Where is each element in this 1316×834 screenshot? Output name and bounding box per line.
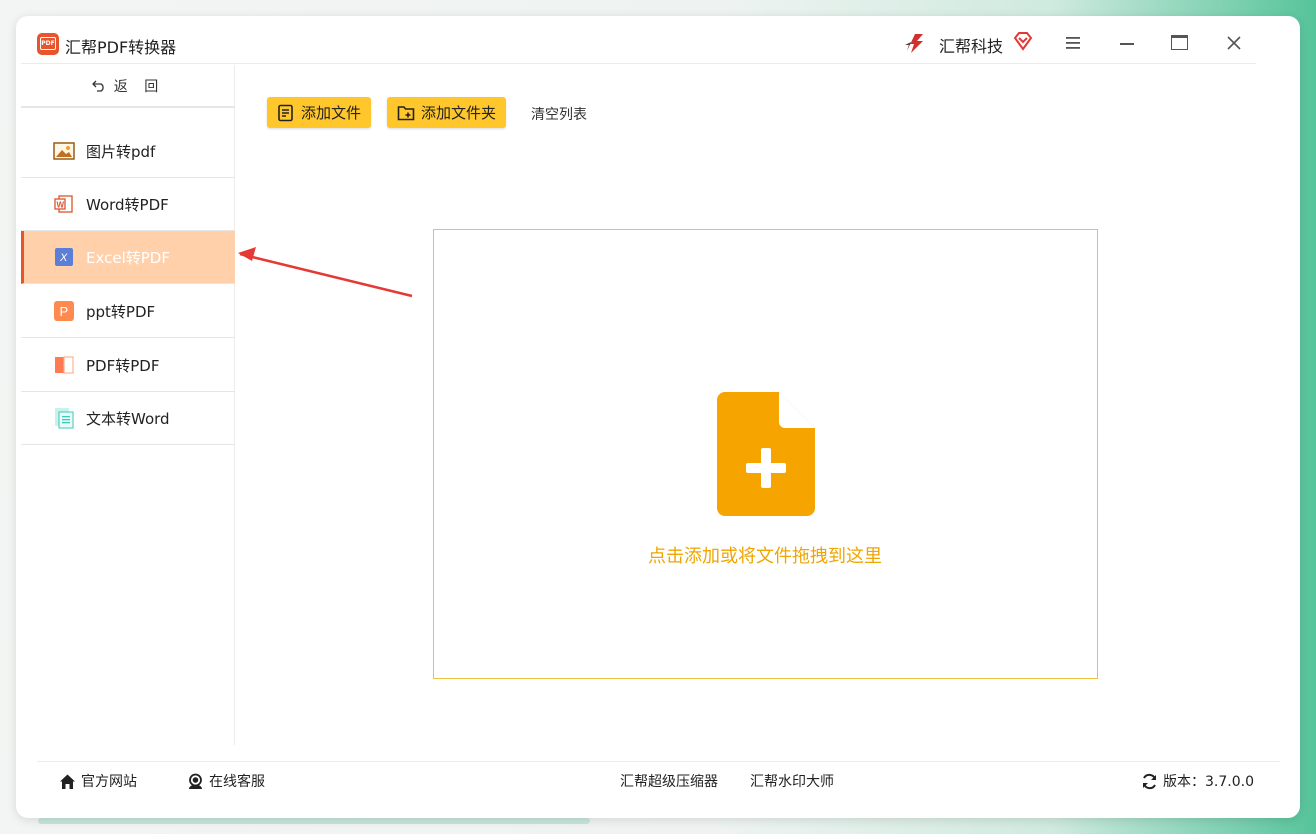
footer-bar: 官方网站 在线客服 汇帮超级压缩器 汇帮水印大师 版本：3.7.0.0	[37, 761, 1280, 799]
sidebar-item-excel-to-pdf[interactable]: X Excel转PDF	[21, 231, 235, 284]
clear-list-button[interactable]: 清空列表	[531, 104, 587, 124]
folder-plus-icon	[397, 105, 415, 120]
minimize-icon[interactable]	[1120, 43, 1134, 45]
svg-text:X: X	[59, 252, 68, 264]
online-service-label: 在线客服	[209, 774, 265, 790]
sidebar-item-word-to-pdf[interactable]: W Word转PDF	[21, 178, 235, 231]
add-folder-button[interactable]: 添加文件夹	[387, 97, 506, 128]
app-logo-text: PDF	[40, 37, 56, 50]
version-text: 版本：3.7.0.0	[1163, 774, 1254, 790]
sidebar-item-text-to-word[interactable]: 文本转Word	[21, 392, 235, 445]
app-logo-icon: PDF	[37, 33, 59, 55]
sidebar-item-pdf-to-pdf[interactable]: PDF转PDF	[21, 339, 235, 392]
file-add-icon	[717, 392, 815, 516]
sidebar-item-label: 图片转pdf	[86, 142, 156, 161]
online-service-link[interactable]: 在线客服	[187, 771, 265, 791]
official-site-link[interactable]: 官方网站	[59, 771, 137, 791]
sidebar-item-ppt-to-pdf[interactable]: P ppt转PDF	[21, 285, 235, 338]
pdf-icon	[53, 355, 75, 375]
back-button[interactable]: 返 回	[21, 65, 235, 108]
bottom-progress-strip	[38, 818, 590, 824]
excel-icon: X	[53, 247, 75, 267]
sidebar-item-label: ppt转PDF	[86, 302, 156, 321]
file-list-icon	[278, 104, 293, 121]
svg-text:P: P	[60, 304, 69, 319]
sidebar-item-label: 文本转Word	[86, 409, 170, 428]
word-icon: W	[53, 194, 75, 214]
sidebar-item-label: PDF转PDF	[86, 356, 160, 375]
file-drop-zone[interactable]: 点击添加或将文件拖拽到这里	[433, 229, 1098, 679]
sidebar: 返 回 图片转pdf W Word转PDF X Excel转PDF P ppt转…	[21, 65, 235, 745]
image-icon	[53, 141, 75, 161]
add-file-button[interactable]: 添加文件	[267, 97, 371, 128]
sidebar-item-label: Word转PDF	[86, 195, 169, 214]
title-bar: PDF 汇帮PDF转换器 汇帮科技	[21, 26, 1256, 64]
vip-diamond-icon[interactable]	[1013, 31, 1033, 51]
sidebar-item-label: Excel转PDF	[86, 248, 170, 267]
version-info[interactable]: 版本：3.7.0.0	[1141, 771, 1254, 791]
refresh-icon	[1143, 773, 1156, 789]
pointer-arrow-icon	[238, 247, 413, 298]
watermark-link[interactable]: 汇帮水印大师	[750, 771, 834, 791]
app-title: 汇帮PDF转换器	[65, 38, 177, 57]
close-icon[interactable]	[1227, 36, 1241, 50]
back-arrow-icon	[91, 80, 104, 92]
text-doc-icon	[53, 408, 75, 429]
home-icon	[60, 774, 75, 789]
brand-logo-icon	[905, 34, 923, 53]
ppt-icon: P	[53, 301, 75, 321]
official-site-label: 官方网站	[81, 774, 137, 790]
compressor-link[interactable]: 汇帮超级压缩器	[620, 771, 718, 791]
customer-service-icon	[189, 773, 202, 789]
maximize-icon[interactable]	[1171, 35, 1188, 50]
back-label: 返 回	[113, 78, 165, 95]
add-file-label: 添加文件	[300, 104, 361, 122]
svg-text:W: W	[57, 201, 65, 210]
add-folder-label: 添加文件夹	[420, 104, 496, 122]
menu-icon[interactable]	[1066, 37, 1080, 49]
sidebar-item-image-to-pdf[interactable]: 图片转pdf	[21, 125, 235, 178]
brand-name: 汇帮科技	[939, 37, 1004, 56]
drop-hint-text: 点击添加或将文件拖拽到这里	[648, 546, 882, 567]
